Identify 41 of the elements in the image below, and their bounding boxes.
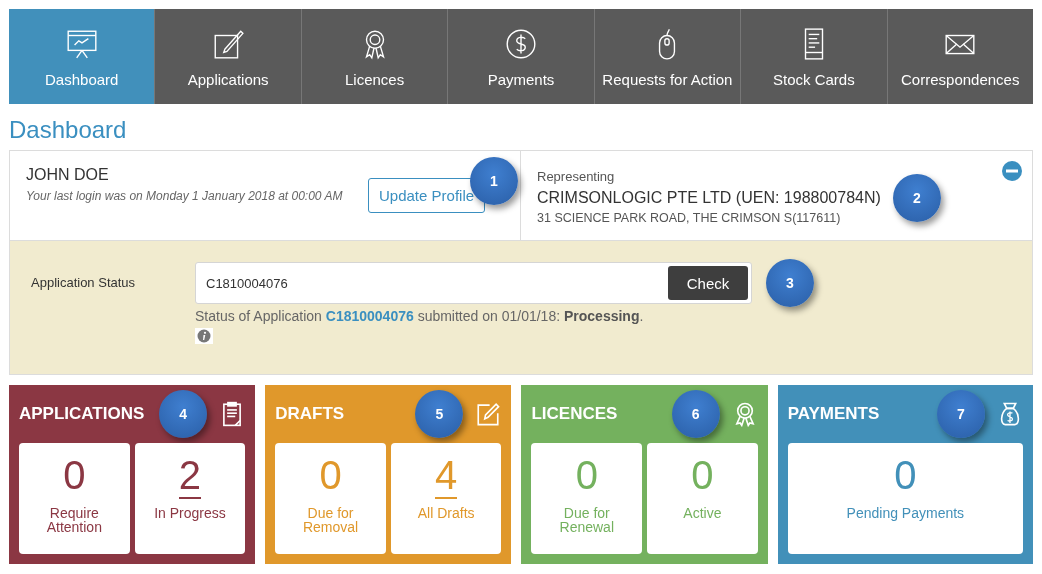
card-title: APPLICATIONS xyxy=(19,404,146,424)
page-title: Dashboard xyxy=(9,115,128,145)
stat-tile[interactable]: 2 In Progress xyxy=(134,443,246,554)
card-title: LICENCES xyxy=(531,404,619,424)
callout-badge: 2 xyxy=(892,174,941,222)
stat-tile[interactable]: 0 Pending Payments xyxy=(787,443,1023,554)
stat-label: Active xyxy=(682,506,723,520)
stat-count: 0 xyxy=(575,453,598,499)
stat-label: In Progress xyxy=(153,506,227,520)
check-button[interactable]: Check xyxy=(668,266,748,300)
status-message: Status of Application C1810004076 submitted on 01/01/18: Processing. xyxy=(195,308,645,324)
stat-count: 0 xyxy=(319,453,342,499)
pencil-square-icon xyxy=(475,401,502,427)
callout-badge: 5 xyxy=(415,390,464,438)
callout-badge: 3 xyxy=(766,259,814,307)
card-title: DRAFTS xyxy=(275,404,346,424)
stat-label: Pending Payments xyxy=(845,506,966,520)
last-login-text: Your last login was on Monday 1 January 2018 at 00:00 AM xyxy=(26,188,344,205)
stat-label: All Drafts xyxy=(416,506,476,520)
stat-tile[interactable]: 0 Require Attention xyxy=(19,443,130,554)
stat-count: 0 xyxy=(894,453,917,499)
callout-badge: 7 xyxy=(937,390,985,438)
stat-count: 0 xyxy=(63,453,86,499)
callout-badge: 6 xyxy=(671,390,720,438)
nav-tab[interactable]: Dashboard xyxy=(9,9,156,104)
collapse-icon[interactable] xyxy=(1002,161,1022,181)
stat-count: 0 xyxy=(691,453,714,499)
application-number-field[interactable]: C1810004076 Check xyxy=(195,262,752,304)
callout-badge: 4 xyxy=(159,390,208,438)
stat-label: Due for Removal xyxy=(301,506,360,534)
company-address: 31 SCIENCE PARK ROAD, THE CRIMSON S(117611) xyxy=(537,211,842,225)
info-icon[interactable] xyxy=(195,328,213,344)
company-name: CRIMSONLOGIC PTE LTD (UEN: 198800784N) xyxy=(537,189,881,207)
user-name: JOHN DOE xyxy=(26,166,110,184)
stat-label: Due for Renewal xyxy=(558,506,615,534)
field-label: Application Status xyxy=(31,274,137,292)
stat-count[interactable]: 2 xyxy=(178,453,202,499)
stat-label: Require Attention xyxy=(45,506,103,534)
card-title: PAYMENTS xyxy=(787,404,881,424)
update-profile-button[interactable]: Update Profile xyxy=(368,178,486,213)
representing-label: Representing xyxy=(537,169,615,184)
